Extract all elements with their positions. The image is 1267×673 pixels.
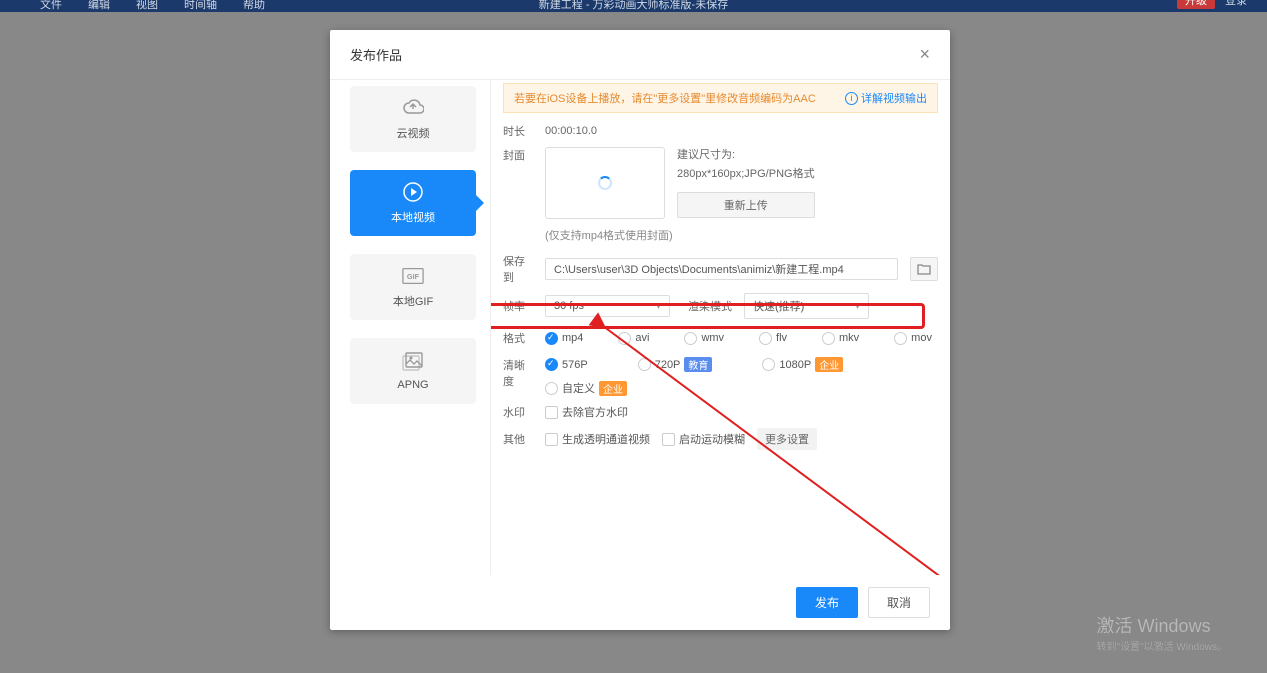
format-mp4-radio[interactable]: mp4 [545, 332, 583, 345]
play-circle-icon [402, 181, 424, 203]
format-mov-radio[interactable]: mov [894, 332, 932, 345]
sidebar-item-label: APNG [397, 379, 428, 391]
info-icon: i [845, 92, 858, 105]
cover-label: 封面 [503, 147, 533, 163]
menu-view[interactable]: 视图 [136, 0, 158, 12]
publish-button[interactable]: 发布 [796, 587, 858, 618]
app-top-bar: 文件 编辑 视图 时间轴 帮助 新建工程 - 万彩动画大师标准版-未保存 升级 … [0, 0, 1267, 12]
other-label: 其他 [503, 431, 533, 447]
cover-note: (仅支持mp4格式使用封面) [545, 227, 938, 243]
folder-icon [917, 263, 931, 275]
sidebar-item-label: 云视频 [397, 125, 430, 141]
watermark-label: 水印 [503, 404, 533, 420]
format-wmv-radio[interactable]: wmv [684, 332, 724, 345]
save-path-input[interactable] [545, 258, 898, 280]
publish-sidebar: 云视频 本地视频 GIF 本地GIF APNG [330, 80, 490, 575]
ios-warning-bar: 若要在iOS设备上播放，请在"更多设置"里修改音频编码为AAC i 详解视频输出 [503, 83, 938, 113]
svg-text:GIF: GIF [407, 272, 420, 281]
login-link[interactable]: 登录 [1225, 0, 1247, 8]
transparent-channel-checkbox[interactable]: 生成透明通道视频 [545, 431, 650, 447]
fps-label: 帧率 [503, 298, 533, 314]
cloud-icon [402, 97, 424, 119]
quality-custom-radio[interactable]: 自定义企业 [545, 380, 627, 396]
sidebar-apng[interactable]: APNG [350, 338, 476, 404]
chevron-down-icon: ▾ [855, 301, 860, 312]
dialog-title: 发布作品 [350, 45, 402, 64]
sidebar-local-video[interactable]: 本地视频 [350, 170, 476, 236]
sidebar-item-label: 本地视频 [391, 209, 435, 225]
quality-label: 清晰度 [503, 357, 533, 389]
sidebar-local-gif[interactable]: GIF 本地GIF [350, 254, 476, 320]
quality-576p-radio[interactable]: 576P [545, 358, 588, 371]
menu-timeline[interactable]: 时间轴 [184, 0, 217, 12]
fps-select[interactable]: 30 fps▾ [545, 295, 670, 317]
cover-hint-body: 280px*160px;JPG/PNG格式 [677, 166, 815, 183]
cover-hint-title: 建议尺寸为: [677, 147, 815, 164]
app-title: 新建工程 - 万彩动画大师标准版-未保存 [539, 0, 728, 12]
video-output-help-link[interactable]: i 详解视频输出 [845, 90, 927, 106]
format-mkv-radio[interactable]: mkv [822, 332, 859, 345]
cancel-button[interactable]: 取消 [868, 587, 930, 618]
warning-text: 若要在iOS设备上播放，请在"更多设置"里修改音频编码为AAC [514, 90, 816, 106]
quality-1080p-radio[interactable]: 1080P企业 [762, 357, 843, 372]
format-label: 格式 [503, 330, 533, 346]
loading-spinner-icon [598, 176, 612, 190]
close-icon[interactable]: × [919, 44, 930, 65]
format-avi-radio[interactable]: avi [618, 332, 649, 345]
reupload-button[interactable]: 重新上传 [677, 192, 815, 218]
duration-label: 时长 [503, 123, 533, 139]
sidebar-cloud-video[interactable]: 云视频 [350, 86, 476, 152]
windows-activation-watermark: 激活 Windows 转到"设置"以激活 Windows。 [1097, 612, 1227, 653]
format-flv-radio[interactable]: flv [759, 332, 787, 345]
menu-edit[interactable]: 编辑 [88, 0, 110, 12]
menu-help[interactable]: 帮助 [243, 0, 265, 12]
gif-icon: GIF [402, 265, 424, 287]
upgrade-button[interactable]: 升级 [1177, 0, 1215, 9]
motion-blur-checkbox[interactable]: 启动运动模糊 [662, 431, 745, 447]
publish-dialog: 发布作品 × 云视频 本地视频 GIF 本地GIF APNG 若要在iO [330, 30, 950, 630]
render-label: 渲染模式 [682, 298, 732, 314]
render-mode-select[interactable]: 快速(推荐)▾ [744, 293, 869, 319]
quality-720p-radio[interactable]: 720P教育 [638, 357, 713, 372]
more-settings-button[interactable]: 更多设置 [757, 428, 817, 450]
duration-value: 00:00:10.0 [545, 125, 597, 137]
image-icon [402, 351, 424, 373]
cover-preview[interactable] [545, 147, 665, 219]
menu-file[interactable]: 文件 [40, 0, 62, 12]
sidebar-item-label: 本地GIF [393, 293, 433, 309]
saveto-label: 保存到 [503, 253, 533, 285]
browse-folder-button[interactable] [910, 257, 938, 281]
chevron-down-icon: ▾ [656, 301, 661, 312]
dialog-footer: 发布 取消 [330, 575, 950, 630]
publish-main: 若要在iOS设备上播放，请在"更多设置"里修改音频编码为AAC i 详解视频输出… [490, 80, 950, 575]
remove-watermark-checkbox[interactable]: 去除官方水印 [545, 404, 628, 420]
